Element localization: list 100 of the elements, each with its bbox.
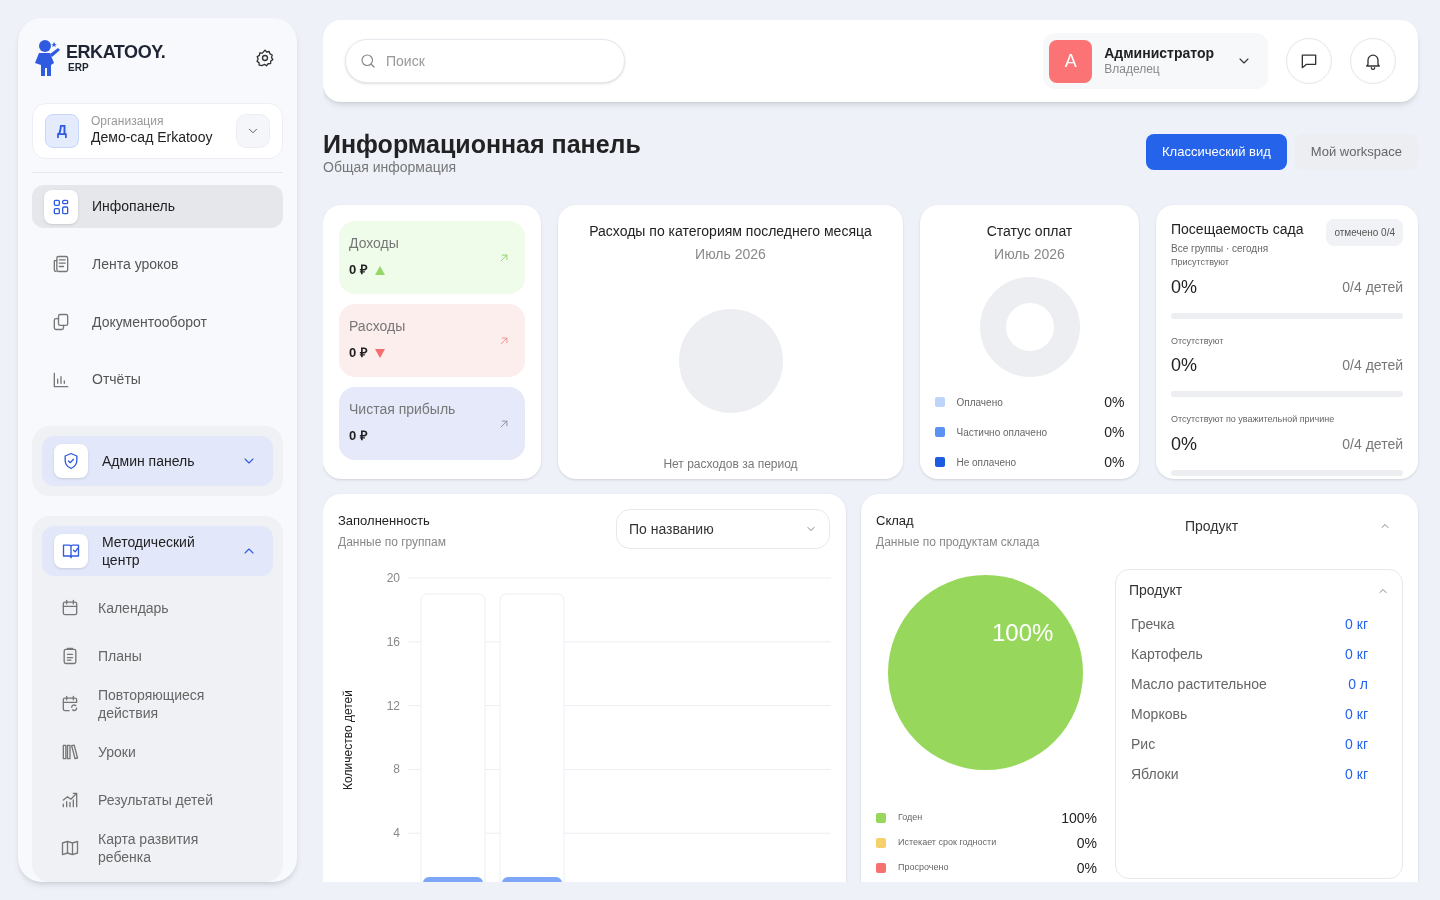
tick-label: 20 bbox=[386, 570, 400, 585]
legend-label: Просрочено bbox=[898, 861, 950, 875]
sidebar-subitem[interactable]: Планы bbox=[42, 636, 273, 676]
sort-dropdown[interactable]: По названию bbox=[616, 509, 830, 549]
card-title: Заполненность bbox=[338, 512, 431, 530]
product-panel-header[interactable]: Продукт bbox=[1129, 579, 1389, 602]
axis-label: Количество детей bbox=[341, 689, 355, 790]
attendance-count: 0/4 детей bbox=[1342, 356, 1403, 375]
legend-label: Истекает срок годности bbox=[898, 836, 998, 850]
organization-avatar: Д bbox=[45, 113, 79, 148]
product-amount: 0 кг bbox=[1345, 735, 1368, 754]
legend-label: Частично оплачено bbox=[956, 425, 1048, 440]
sidebar-subitem[interactable]: Карта развития ребенка bbox=[42, 828, 273, 868]
group-header[interactable]: Методический центр bbox=[42, 526, 273, 576]
books-icon bbox=[60, 742, 80, 762]
product-filter[interactable]: Продукт bbox=[1176, 511, 1403, 541]
documents-icon bbox=[51, 312, 71, 333]
attendance-percent: 0% bbox=[1171, 432, 1197, 456]
product-name: Рис bbox=[1131, 735, 1156, 754]
finance-value: 0 ₽ bbox=[349, 344, 368, 362]
product-amount: 0 л bbox=[1348, 675, 1368, 694]
page-subtitle: Общая информация bbox=[323, 159, 458, 175]
sidebar-item[interactable]: Отчёты bbox=[32, 358, 283, 401]
finance-label: Расходы bbox=[349, 317, 407, 336]
sidebar-subitem[interactable]: Повторяющиеся действия bbox=[42, 684, 273, 724]
attendance-count: 0/4 детей bbox=[1342, 434, 1403, 454]
search-icon bbox=[359, 52, 377, 70]
finance-label: Доходы bbox=[349, 234, 400, 253]
attendance-label: Присутствуют bbox=[1171, 256, 1230, 269]
finance-value: 0 ₽ bbox=[349, 427, 368, 445]
status-badge: отмечено 0/4 bbox=[1326, 219, 1403, 246]
card-title: Расходы по категориям последнего месяца bbox=[589, 222, 872, 241]
product-amount: 0 кг bbox=[1345, 705, 1368, 724]
sidebar-subitem[interactable]: Календарь bbox=[42, 588, 273, 628]
card-period: Июль 2026 bbox=[695, 245, 766, 264]
legend-label: Не оплачено bbox=[956, 455, 1018, 470]
card-subtitle: Данные по группам bbox=[338, 533, 447, 551]
view-tab[interactable]: Классический вид bbox=[1146, 134, 1287, 170]
tick-label: 12 bbox=[386, 698, 400, 713]
card-subtitle: Данные по продуктам склада bbox=[876, 533, 1041, 551]
user-avatar: А bbox=[1049, 39, 1093, 83]
tick-label: 4 bbox=[393, 825, 400, 840]
user-role: Владелец bbox=[1104, 62, 1161, 78]
organization-selector[interactable]: Д Организация Демо-сад Erkatooy bbox=[32, 102, 283, 159]
product-amount: 0 кг bbox=[1345, 765, 1368, 784]
pie-label: 100% bbox=[992, 617, 1054, 648]
sidebar-item[interactable]: Документооборот bbox=[32, 300, 283, 344]
product-name: Морковь bbox=[1131, 705, 1188, 724]
attendance-percent: 0% bbox=[1171, 275, 1197, 299]
attendance-count: 0/4 детей bbox=[1342, 277, 1403, 297]
newspaper-icon bbox=[51, 254, 71, 275]
sidebar-subitem[interactable]: Уроки bbox=[42, 732, 273, 772]
logo-figure-icon bbox=[32, 38, 62, 79]
legend-value: 100% bbox=[1061, 808, 1097, 828]
legend-label: Годен bbox=[898, 811, 924, 825]
card-subtitle: Все группы · сегодня bbox=[1171, 242, 1270, 256]
view-tab[interactable]: Мой workspace bbox=[1294, 134, 1418, 170]
sidebar-item[interactable]: Инфопанель bbox=[32, 185, 283, 229]
calendar-repeat-icon bbox=[60, 694, 80, 714]
legend-value: 0% bbox=[1104, 452, 1125, 472]
legend-value: 0% bbox=[1104, 422, 1125, 442]
product-amount: 0 кг bbox=[1345, 645, 1368, 664]
product-name: Гречка bbox=[1131, 615, 1175, 634]
user-menu[interactable]: А Администратор Владелец bbox=[1043, 33, 1268, 89]
product-name: Масло растительное bbox=[1131, 675, 1267, 694]
legend-value: 0% bbox=[1104, 392, 1125, 412]
trend-down-icon bbox=[373, 346, 386, 359]
attendance-label: Отсутствуют bbox=[1171, 334, 1225, 348]
page-title: Информационная панель bbox=[323, 129, 641, 159]
legend-label: Оплачено bbox=[956, 395, 1004, 410]
finance-tile[interactable]: Расходы 0 ₽ bbox=[339, 304, 525, 377]
finance-tile[interactable]: Чистая прибыль 0 ₽ bbox=[339, 387, 525, 460]
tick-label: 16 bbox=[386, 634, 400, 649]
card-title: Склад bbox=[876, 512, 915, 530]
group-header[interactable]: Админ панель bbox=[42, 436, 273, 486]
legend-value: 0% bbox=[1076, 833, 1097, 853]
finance-label: Чистая прибыль bbox=[349, 400, 457, 419]
tick-label: 8 bbox=[393, 761, 400, 776]
organization-name: Демо-сад Erkatooy bbox=[91, 129, 214, 147]
product-name: Картофель bbox=[1131, 645, 1203, 664]
card-title: Статус оплат bbox=[986, 222, 1073, 241]
sidebar-subitem[interactable]: Результаты детей bbox=[42, 780, 273, 820]
card-period: Июль 2026 bbox=[994, 245, 1065, 264]
finance-value: 0 ₽ bbox=[349, 261, 368, 279]
card-title: Посещаемость сада bbox=[1171, 220, 1304, 239]
logo-name: ERKATOOY. bbox=[66, 43, 166, 62]
map-icon bbox=[60, 838, 80, 858]
finance-tile[interactable]: Доходы 0 ₽ bbox=[339, 221, 525, 294]
calendar-icon bbox=[60, 598, 80, 618]
attendance-label: Отсутствуют по уважительной причине bbox=[1171, 413, 1336, 426]
settings-icon bbox=[255, 48, 275, 69]
sidebar-item[interactable]: Лента уроков bbox=[32, 243, 283, 286]
search-field[interactable]: Поиск bbox=[345, 39, 625, 83]
product-amount: 0 кг bbox=[1345, 615, 1368, 634]
attendance-percent: 0% bbox=[1171, 354, 1197, 377]
organization-label: Организация bbox=[91, 114, 165, 130]
growth-chart-icon bbox=[60, 790, 80, 810]
product-name: Яблоки bbox=[1131, 765, 1179, 784]
user-name: Администратор bbox=[1104, 44, 1214, 63]
legend-value: 0% bbox=[1076, 858, 1097, 878]
